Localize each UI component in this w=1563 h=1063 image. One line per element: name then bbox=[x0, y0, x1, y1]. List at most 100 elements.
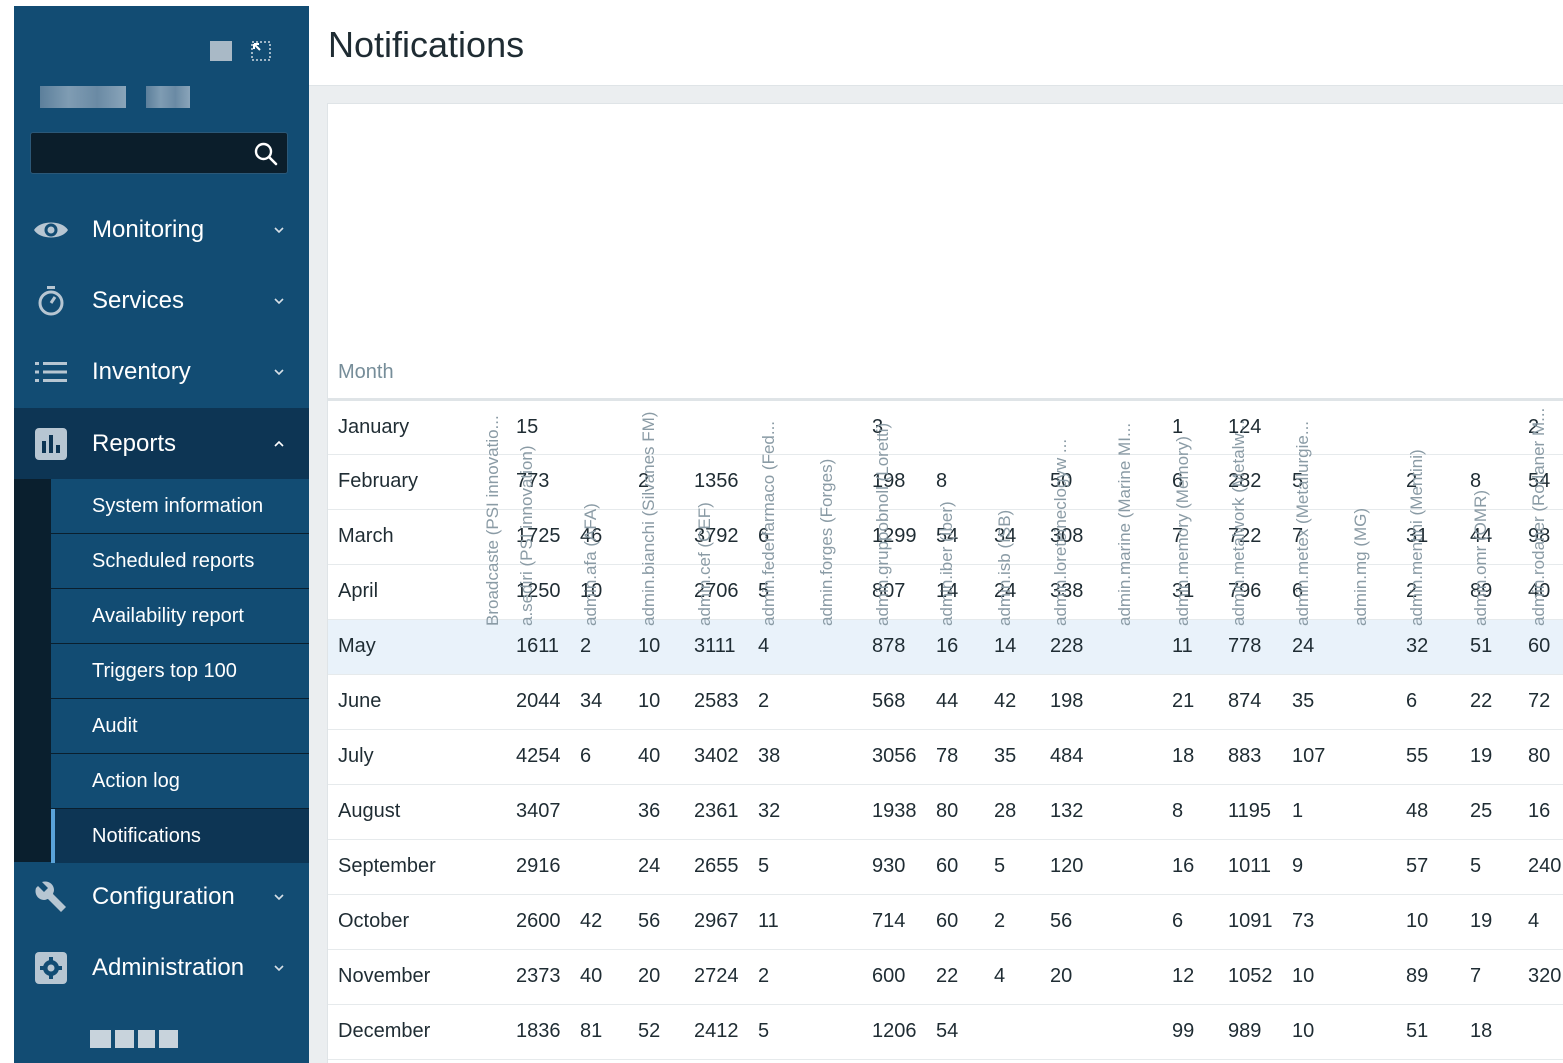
count-cell: 18 bbox=[1468, 1004, 1526, 1060]
submenu-item-label: System information bbox=[92, 494, 264, 517]
count-cell: 21 bbox=[1170, 674, 1226, 730]
count-cell: 32 bbox=[1404, 619, 1468, 675]
count-cell: 4 bbox=[756, 619, 814, 675]
month-cell: May bbox=[328, 619, 480, 675]
logo bbox=[40, 86, 190, 108]
count-cell: 35 bbox=[1290, 674, 1348, 730]
count-cell: 5 bbox=[1468, 839, 1526, 895]
kiosk-mode-icon[interactable] bbox=[250, 40, 272, 62]
count-cell: 1836 bbox=[514, 1004, 578, 1060]
count-cell: 60 bbox=[934, 894, 992, 950]
nav-administration[interactable]: Administration bbox=[14, 932, 309, 1003]
count-cell bbox=[814, 619, 870, 675]
count-cell bbox=[814, 674, 870, 730]
eye-icon bbox=[32, 211, 70, 249]
count-cell: 5 bbox=[756, 1004, 814, 1060]
nav-monitoring[interactable]: Monitoring bbox=[14, 194, 309, 265]
count-cell: 35 bbox=[992, 729, 1048, 785]
count-cell: 5 bbox=[756, 839, 814, 895]
count-cell: 1195 bbox=[1226, 784, 1290, 840]
count-cell: 3407 bbox=[514, 784, 578, 840]
count-cell bbox=[480, 784, 514, 840]
count-cell: 484 bbox=[1048, 729, 1112, 785]
count-cell: 878 bbox=[870, 619, 934, 675]
chevron-down-icon bbox=[274, 226, 284, 233]
count-cell: 80 bbox=[934, 784, 992, 840]
stopwatch-icon bbox=[32, 282, 70, 320]
count-cell bbox=[814, 1004, 870, 1060]
count-cell bbox=[814, 729, 870, 785]
submenu-item-label: Availability report bbox=[92, 604, 244, 627]
submenu-item-label: Triggers top 100 bbox=[92, 659, 237, 682]
count-cell: 10 bbox=[636, 619, 692, 675]
submenu-item-notifications[interactable]: Notifications bbox=[51, 809, 309, 863]
submenu-item-label: Action log bbox=[92, 769, 180, 792]
user-column-label: admin.omr (OMR) bbox=[1471, 489, 1490, 626]
count-cell: 9 bbox=[1290, 839, 1348, 895]
user-column-label: admin.metex (Metallurgie... bbox=[1293, 420, 1312, 626]
count-cell: 32 bbox=[756, 784, 814, 840]
submenu-item-action-log[interactable]: Action log bbox=[51, 754, 309, 808]
count-cell bbox=[1048, 1004, 1112, 1060]
chevron-down-icon bbox=[274, 297, 284, 304]
count-cell: 36 bbox=[636, 784, 692, 840]
count-cell bbox=[480, 949, 514, 1005]
month-cell: August bbox=[328, 784, 480, 840]
user-column-label: admin.bianchi (Silvanes FM) bbox=[639, 411, 658, 626]
submenu-item-availability-report[interactable]: Availability report bbox=[51, 589, 309, 643]
count-cell: 228 bbox=[1048, 619, 1112, 675]
submenu-item-audit[interactable]: Audit bbox=[51, 699, 309, 753]
nav-services[interactable]: Services bbox=[14, 265, 309, 336]
count-cell: 8 bbox=[1170, 784, 1226, 840]
count-cell: 107 bbox=[1290, 729, 1348, 785]
count-cell: 4254 bbox=[514, 729, 578, 785]
chevron-down-icon bbox=[274, 964, 284, 971]
count-cell bbox=[814, 894, 870, 950]
count-cell: 2373 bbox=[514, 949, 578, 1005]
user-column-label: admin.marine (Marine MI... bbox=[1115, 422, 1134, 626]
count-cell: 10 bbox=[1404, 894, 1468, 950]
count-cell: 2600 bbox=[514, 894, 578, 950]
count-cell: 6 bbox=[1170, 894, 1226, 950]
notifications-table: Month Broadcastе (PSI innovatio... a.sedi… bbox=[328, 104, 1563, 1060]
count-cell: 10 bbox=[1290, 949, 1348, 1005]
nav-reports[interactable]: Reports bbox=[14, 408, 309, 479]
user-column-header: admin.metex (Metallurgie... bbox=[1290, 104, 1348, 626]
count-cell bbox=[1348, 1004, 1404, 1060]
month-cell: December bbox=[328, 1004, 480, 1060]
count-cell: 240 bbox=[1526, 839, 1563, 895]
count-cell: 54 bbox=[934, 1004, 992, 1060]
count-cell: 6 bbox=[578, 729, 636, 785]
submenu-item-system-information[interactable]: System information bbox=[51, 479, 309, 533]
count-cell bbox=[814, 839, 870, 895]
month-cell: March bbox=[328, 509, 480, 565]
count-cell: 12 bbox=[1170, 949, 1226, 1005]
chevron-up-icon bbox=[274, 440, 284, 447]
search-icon[interactable] bbox=[253, 141, 279, 167]
count-cell: 2412 bbox=[692, 1004, 756, 1060]
search-input[interactable] bbox=[31, 133, 241, 173]
count-cell: 2 bbox=[756, 949, 814, 1005]
count-cell: 1206 bbox=[870, 1004, 934, 1060]
count-cell bbox=[1112, 1004, 1170, 1060]
search-field[interactable] bbox=[30, 132, 288, 174]
count-cell bbox=[480, 894, 514, 950]
collapse-sidebar-button[interactable] bbox=[210, 41, 232, 61]
nav-configuration[interactable]: Configuration bbox=[14, 861, 309, 932]
chevron-down-icon bbox=[274, 368, 284, 375]
user-column-label: admin.loreteineclogyw ... bbox=[1051, 438, 1070, 626]
month-cell: September bbox=[328, 839, 480, 895]
count-cell bbox=[480, 1004, 514, 1060]
user-column-label: a.sediri (PSI innovation) bbox=[517, 445, 536, 626]
count-cell: 4 bbox=[1526, 894, 1563, 950]
user-column-label: Broadcastе (PSI innovatio... bbox=[483, 414, 502, 626]
submenu-item-triggers-top-100[interactable]: Triggers top 100 bbox=[51, 644, 309, 698]
table-row: June 2044 34 10 2583 2 568 44 42 198 21 874 35 6 22 72 bbox=[328, 674, 1563, 730]
count-cell: 40 bbox=[636, 729, 692, 785]
submenu-item-scheduled-reports[interactable]: Scheduled reports bbox=[51, 534, 309, 588]
gear-icon bbox=[32, 949, 70, 987]
nav-inventory[interactable]: Inventory bbox=[14, 336, 309, 407]
user-column-label: admin.isb (ISB) bbox=[995, 509, 1014, 626]
submenu-item-label: Scheduled reports bbox=[92, 549, 255, 572]
count-cell bbox=[992, 1004, 1048, 1060]
